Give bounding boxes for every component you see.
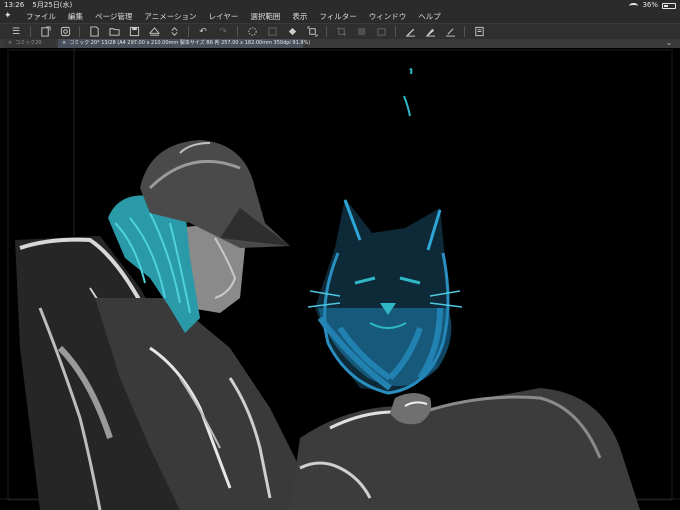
clear-icon[interactable]	[266, 26, 278, 38]
menu-view[interactable]: 表示	[292, 10, 307, 23]
menu-edit[interactable]: 編集	[68, 10, 83, 23]
separator	[464, 26, 465, 37]
transform-icon[interactable]	[306, 26, 318, 38]
pen-icon[interactable]	[404, 26, 416, 38]
save-icon[interactable]	[128, 26, 140, 38]
brush-icon[interactable]	[424, 26, 436, 38]
close-icon[interactable]: ×	[62, 40, 66, 46]
battery-percent: 36%	[642, 1, 658, 9]
redo-icon[interactable]: ↷	[217, 26, 229, 38]
battery-icon	[662, 3, 676, 9]
separator	[395, 26, 396, 37]
menu-page-management[interactable]: ページ管理	[95, 10, 132, 23]
wifi-icon	[629, 3, 639, 9]
menu-window[interactable]: ウィンドウ	[369, 10, 407, 23]
fill-icon[interactable]	[286, 26, 298, 38]
tab-comic20[interactable]: × コミック20	[4, 39, 56, 48]
command-bar: ☰ ↶ ↷	[0, 23, 680, 39]
close-icon[interactable]: ×	[8, 40, 12, 46]
undo-icon[interactable]: ↶	[197, 26, 209, 38]
menu-selection[interactable]: 選択範囲	[250, 10, 280, 23]
menu-help[interactable]: ヘルプ	[418, 10, 441, 23]
page-icon[interactable]	[473, 26, 485, 38]
tab-comic20-active[interactable]: × コミック 20* 13/28 (A4 297.00 x 210.00mm 製本…	[58, 39, 310, 48]
open-folder-icon[interactable]	[108, 26, 120, 38]
lasso-icon[interactable]	[246, 26, 258, 38]
menu-layer[interactable]: レイヤー	[209, 10, 239, 23]
separator	[188, 26, 189, 37]
export-icon[interactable]	[148, 26, 160, 38]
settings-icon[interactable]	[59, 26, 71, 38]
separator	[30, 26, 31, 37]
tab-label: コミック20	[15, 40, 42, 46]
status-date: 5月25日(水)	[32, 1, 73, 9]
document-tab-bar: × コミック20 × コミック 20* 13/28 (A4 297.00 x 210…	[0, 39, 680, 48]
menu-bar: ✦ ファイル 編集 ページ管理 アニメーション レイヤー 選択範囲 表示 フィル…	[0, 10, 680, 23]
status-time: 13:26	[4, 1, 25, 9]
tab-label: コミック 20* 13/28 (A4 297.00 x 210.00mm 製本サ…	[69, 40, 311, 46]
stepper-icon[interactable]	[168, 26, 180, 38]
menu-icon[interactable]: ☰	[10, 26, 22, 38]
new-file-icon[interactable]	[39, 26, 51, 38]
menu-file[interactable]: ファイル	[26, 10, 56, 23]
artwork	[0, 48, 680, 510]
new-page-icon[interactable]	[88, 26, 100, 38]
chevron-down-icon[interactable]: ⌄	[666, 39, 672, 48]
ios-status-bar: 13:26 5月25日(水) 36%	[0, 0, 680, 10]
layer-fill-icon[interactable]	[355, 26, 367, 38]
crop-icon[interactable]	[335, 26, 347, 38]
separator	[79, 26, 80, 37]
menu-filter[interactable]: フィルター	[319, 10, 356, 23]
menu-animation[interactable]: アニメーション	[144, 10, 196, 23]
pencil-icon[interactable]	[444, 26, 456, 38]
separator	[326, 26, 327, 37]
layer-icon[interactable]	[375, 26, 387, 38]
drawing-canvas[interactable]	[0, 48, 680, 510]
clip-studio-logo-icon[interactable]: ✦	[4, 10, 20, 23]
separator	[237, 26, 238, 37]
